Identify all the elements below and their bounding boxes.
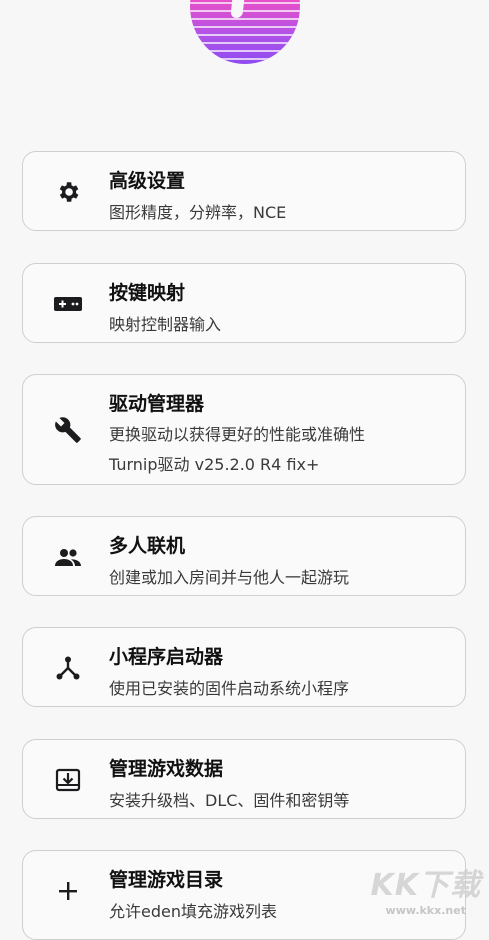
card-subtitle: 图形精度，分辨率，NCE (109, 203, 287, 222)
card-title: 按键映射 (109, 282, 186, 304)
card-subtitle: 创建或加入房间并与他人一起游玩 (109, 568, 350, 587)
card-multiplayer[interactable]: 多人联机 创建或加入房间并与他人一起游玩 (22, 516, 466, 596)
card-title: 驱动管理器 (109, 393, 205, 415)
card-title: 管理游戏目录 (109, 869, 224, 891)
card-advanced-settings[interactable]: 高级设置 图形精度，分辨率，NCE (22, 151, 466, 231)
card-subtitle: 允许eden填充游戏列表 (109, 902, 277, 921)
card-subtitle: 更换驱动以获得更好的性能或准确性 (109, 425, 366, 444)
gear-icon (53, 177, 83, 207)
watermark-url: www.kkx.net (385, 904, 466, 917)
app-logo (190, 0, 300, 64)
card-applet-launcher[interactable]: 小程序启动器 使用已安装的固件启动系统小程序 (22, 627, 466, 707)
card-subtitle: 安装升级档、DLC、固件和密钥等 (109, 791, 350, 810)
card-driver-manager[interactable]: 驱动管理器 更换驱动以获得更好的性能或准确性 Turnip驱动 v25.2.0 … (22, 374, 466, 485)
download-box-icon (53, 765, 83, 795)
card-subtitle: 使用已安装的固件启动系统小程序 (109, 679, 350, 698)
watermark: KK下载 www.kkx.net (371, 860, 482, 917)
card-manage-game-data[interactable]: 管理游戏数据 安装升级档、DLC、固件和密钥等 (22, 739, 466, 819)
wrench-icon (53, 415, 83, 445)
gamepad-icon (53, 289, 83, 319)
hub-icon (53, 653, 83, 683)
card-title: 多人联机 (109, 535, 186, 557)
people-icon (53, 542, 83, 572)
card-subtitle: 映射控制器输入 (109, 315, 222, 334)
card-title: 高级设置 (109, 170, 186, 192)
plus-icon (53, 876, 83, 906)
card-key-mapping[interactable]: 按键映射 映射控制器输入 (22, 263, 466, 343)
watermark-text: KK下载 (370, 868, 481, 903)
card-title: 小程序启动器 (109, 646, 224, 668)
driver-version: Turnip驱动 v25.2.0 R4 fix+ (109, 455, 320, 474)
card-title: 管理游戏数据 (109, 758, 224, 780)
